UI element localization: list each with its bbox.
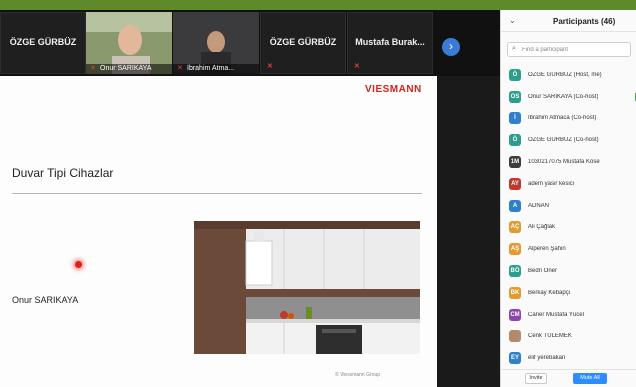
participant-name: ÖZGE GÜRBÜZ (Host, me) — [528, 71, 602, 78]
invite-button[interactable]: Invite — [525, 373, 547, 384]
list-item[interactable]: EY elif yerebakan — [501, 347, 636, 369]
tile-name: Mustafa Burak... — [355, 37, 425, 47]
slide-title: Duvar Tipi Cihazlar — [12, 166, 114, 180]
participant-name: Onur SARIKAYA (Co-host) — [528, 93, 599, 100]
mic-muted-icon: ✕ — [90, 65, 96, 72]
participant-name: adem yasir kesici — [528, 180, 575, 187]
participant-name: elif yerebakan — [528, 355, 566, 362]
participant-list: Ö ÖZGE GÜRBÜZ (Host, me) OS Onur SARIKAY… — [501, 64, 636, 369]
avatar: AŞ — [509, 243, 521, 256]
panel-header: ⌄ Participants (46) — [501, 10, 636, 32]
participant-name: Berkay Kebapçı — [528, 289, 571, 296]
chevron-right-icon: › — [449, 39, 453, 53]
search-input[interactable] — [522, 45, 628, 55]
participant-name: Cenk TÜLEMEK — [528, 333, 572, 340]
list-item[interactable]: BK Berkay Kebapçı — [501, 282, 636, 304]
search-icon: ⌕ — [512, 45, 516, 52]
participant-name: Caner Mustafa Yücel — [528, 311, 584, 318]
panel-title: Participants (46) — [553, 17, 616, 26]
shared-slide: VIESMANN Duvar Tipi Cihazlar Onur SARIKA… — [0, 76, 437, 387]
divider — [12, 193, 422, 194]
avatar: Ö — [509, 68, 521, 81]
avatar: 1M — [509, 156, 521, 169]
avatar: A — [509, 199, 521, 212]
list-item[interactable]: Cenk TÜLEMEK — [501, 326, 636, 348]
tile-name: ÖZGE GÜRBÜZ — [269, 37, 337, 47]
presenter-name: Onur SARIKAYA — [12, 295, 79, 305]
video-label: ✕ İbrahim Atma... — [173, 64, 259, 74]
zoom-meeting-window: ÖZGE GÜRBÜZ ✕ Onur SARIKAYA ✕ İbrahim At… — [0, 0, 636, 387]
panel-footer: Invite Mute All — [501, 369, 636, 387]
list-item[interactable]: 1M 1030217075 Mustafa Köse — [501, 151, 636, 173]
top-bar — [0, 0, 636, 10]
video-strip: ÖZGE GÜRBÜZ ✕ Onur SARIKAYA ✕ İbrahim At… — [0, 10, 500, 76]
mic-muted-icon: ✕ — [354, 63, 360, 70]
kitchen-image — [194, 221, 420, 354]
list-item[interactable]: A ADNAN — [501, 195, 636, 217]
participant-name: 1030217075 Mustafa Köse — [528, 159, 600, 166]
avatar: CM — [509, 308, 521, 321]
avatar: Ö — [509, 134, 521, 147]
avatar-photo — [509, 330, 521, 343]
laser-pointer — [75, 261, 82, 268]
avatar: AÇ — [509, 221, 521, 234]
video-label: ✕ Onur SARIKAYA — [86, 64, 172, 74]
list-item[interactable]: CM Caner Mustafa Yücel — [501, 304, 636, 326]
list-item[interactable]: Ö ÖZGE GÜRBÜZ (Co-host) — [501, 129, 636, 151]
list-item[interactable]: BÖ Bedri Öner — [501, 260, 636, 282]
list-item[interactable]: AY adem yasir kesici — [501, 173, 636, 195]
list-item[interactable]: OS Onur SARIKAYA (Co-host) — [501, 86, 636, 108]
mute-all-button[interactable]: Mute All — [573, 373, 607, 384]
avatar: EY — [509, 352, 521, 365]
list-item[interactable]: AŞ Alperen Şahin — [501, 238, 636, 260]
participant-tile[interactable]: ÖZGE GÜRBÜZ ✕ — [260, 12, 346, 74]
participant-name: Ali Çağlak — [528, 224, 556, 231]
avatar: AY — [509, 177, 521, 190]
avatar: BÖ — [509, 265, 521, 278]
slide-copyright: © Viessmann Group — [335, 372, 381, 378]
mic-muted-icon: ✕ — [177, 65, 183, 72]
list-item[interactable]: AÇ Ali Çağlak — [501, 217, 636, 239]
participant-name: İbrahim Atmaca (Co-host) — [528, 115, 597, 122]
video-tile-ibrahim[interactable]: ✕ İbrahim Atma... — [173, 12, 259, 74]
mic-muted-icon: ✕ — [267, 63, 273, 70]
participant-search[interactable]: ⌕ — [507, 42, 631, 57]
brand-logo: VIESMANN — [365, 84, 422, 95]
participant-tile[interactable]: Mustafa Burak... ✕ — [347, 12, 433, 74]
avatar: OS — [509, 90, 521, 103]
tile-name: ÖZGE GÜRBÜZ — [9, 37, 77, 47]
avatar: BK — [509, 286, 521, 299]
list-item[interactable]: İ İbrahim Atmaca (Co-host) — [501, 108, 636, 130]
participant-name: Bedri Öner — [528, 268, 558, 275]
participant-name: ÖZGE GÜRBÜZ (Co-host) — [528, 137, 599, 144]
list-item[interactable]: Ö ÖZGE GÜRBÜZ (Host, me) — [501, 64, 636, 86]
video-tile-onur[interactable]: ✕ Onur SARIKAYA — [86, 12, 172, 74]
avatar: İ — [509, 112, 521, 125]
participant-name: ADNAN — [528, 202, 550, 209]
chevron-down-icon[interactable]: ⌄ — [509, 16, 516, 25]
participant-name: Alperen Şahin — [528, 246, 566, 253]
participants-panel: ⌄ Participants (46) ⌕ Ö ÖZGE GÜRBÜZ (Hos… — [500, 10, 636, 387]
next-page-button[interactable]: › — [442, 38, 460, 56]
participant-tile[interactable]: ÖZGE GÜRBÜZ — [0, 12, 86, 74]
